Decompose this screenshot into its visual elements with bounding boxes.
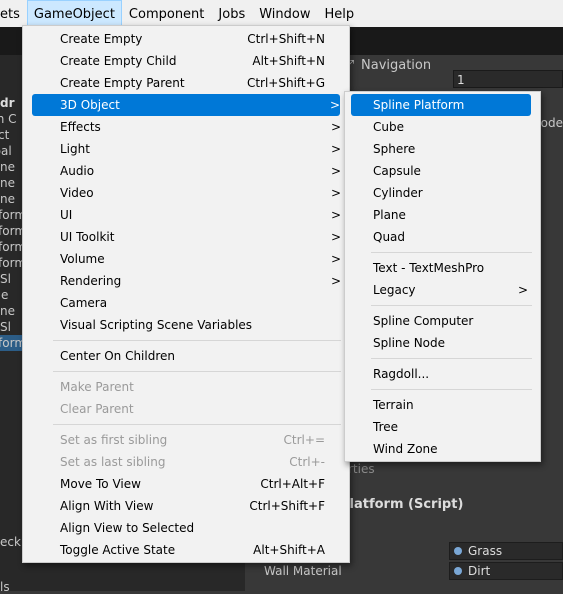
- hierarchy-row[interactable]: rect: [0, 127, 22, 143]
- chevron-right-icon: >: [330, 186, 341, 200]
- menu-separator: [371, 252, 532, 253]
- menu-help[interactable]: Help: [317, 0, 361, 27]
- chevron-right-icon: >: [330, 252, 341, 266]
- menu-item-center-on-children[interactable]: Center On Children: [23, 345, 349, 367]
- menu-item-move-to-view[interactable]: Move To View Ctrl+Alt+F: [23, 473, 349, 495]
- menu-item-audio[interactable]: Audio >: [23, 160, 349, 182]
- hierarchy-row[interactable]: atform: [0, 255, 22, 271]
- menu-item-cube[interactable]: Cube: [345, 116, 540, 138]
- menu-item-spline-platform[interactable]: Spline Platform: [351, 94, 531, 116]
- menu-separator: [371, 358, 532, 359]
- menu-item-ragdoll[interactable]: Ragdoll...: [345, 363, 540, 385]
- chevron-right-icon: >: [330, 274, 341, 288]
- menu-item-sphere[interactable]: Sphere: [345, 138, 540, 160]
- menu-separator: [53, 424, 341, 425]
- hierarchy-row[interactable]: ane: [0, 287, 22, 303]
- menubar: ets GameObject Component Jobs Window Hel…: [0, 0, 563, 27]
- menu-item-plane[interactable]: Plane: [345, 204, 540, 226]
- menu-item-visual-scripting-scene-variables[interactable]: Visual Scripting Scene Variables: [23, 314, 349, 336]
- hierarchy-row[interactable]: oline: [0, 159, 22, 175]
- wall-material-label: Wall Material: [264, 564, 342, 578]
- menu-item-tree[interactable]: Tree: [345, 416, 540, 438]
- bottom-left-label: eck: [0, 535, 21, 549]
- menu-item-light[interactable]: Light >: [23, 138, 349, 160]
- wall-material-value: Dirt: [468, 564, 491, 578]
- wall-material-field[interactable]: Dirt: [449, 562, 563, 580]
- hierarchy-panel: k_dr ain C rect obal oline oline oline a…: [0, 55, 22, 495]
- material-value: Grass: [468, 544, 503, 558]
- menu-item-rendering[interactable]: Rendering >: [23, 270, 349, 292]
- menu-item-align-view-to-selected[interactable]: Align View to Selected: [23, 517, 349, 539]
- menu-item-volume[interactable]: Volume >: [23, 248, 349, 270]
- menu-item-quad[interactable]: Quad: [345, 226, 540, 248]
- material-icon: [454, 567, 462, 575]
- menu-item-ui[interactable]: UI >: [23, 204, 349, 226]
- hierarchy-row[interactable]: atform: [0, 207, 22, 223]
- menu-item-set-first-sibling: Set as first sibling Ctrl+=: [60, 433, 325, 447]
- navigation-field[interactable]: 1: [453, 70, 563, 88]
- hierarchy-row[interactable]: atform: [0, 239, 22, 255]
- menu-item-align-with-view[interactable]: Align With View Ctrl+Shift+F: [23, 495, 349, 517]
- gameobject-menu: Create Empty Ctrl+Shift+N Create Empty Ch…: [22, 25, 350, 563]
- hierarchy-row[interactable]: allSl: [0, 271, 22, 287]
- menu-separator: [371, 389, 532, 390]
- inspector-mode-text: ode: [540, 116, 563, 130]
- chevron-right-icon: >: [330, 164, 341, 178]
- material-field[interactable]: Grass: [449, 542, 563, 560]
- menu-item-spline-node[interactable]: Spline Node: [345, 332, 540, 354]
- menu-item-create-empty-child[interactable]: Create Empty Child Alt+Shift+N: [23, 50, 349, 72]
- bottom-left-label-2: ls: [0, 580, 10, 594]
- material-icon: [454, 547, 462, 555]
- menu-component[interactable]: Component: [122, 0, 211, 27]
- chevron-right-icon: >: [330, 208, 341, 222]
- menu-item-create-empty[interactable]: Create Empty Ctrl+Shift+N: [23, 28, 349, 50]
- menu-item-video[interactable]: Video >: [23, 182, 349, 204]
- navigation-tab[interactable]: ⤢Navigation: [343, 56, 453, 76]
- menu-item-ui-toolkit[interactable]: UI Toolkit >: [23, 226, 349, 248]
- inspector-properties-text: rties: [348, 462, 375, 476]
- menu-item-cylinder[interactable]: Cylinder: [345, 182, 540, 204]
- menu-window[interactable]: Window: [252, 0, 317, 27]
- menu-separator: [53, 371, 341, 372]
- menu-assets[interactable]: ets: [0, 0, 27, 27]
- hierarchy-row[interactable]: obal: [0, 143, 22, 159]
- hierarchy-row[interactable]: allSl: [0, 319, 22, 335]
- menu-separator: [371, 305, 532, 306]
- menu-item-legacy[interactable]: Legacy >: [345, 279, 540, 301]
- menu-item-terrain[interactable]: Terrain: [345, 394, 540, 416]
- chevron-right-icon: >: [330, 142, 341, 156]
- hierarchy-row[interactable]: k_dr: [0, 95, 22, 111]
- menu-item-clear-parent: Clear Parent: [60, 402, 134, 416]
- menu-item-set-last-sibling: Set as last sibling Ctrl+-: [60, 455, 325, 469]
- chevron-right-icon: >: [517, 283, 528, 297]
- chevron-right-icon: >: [330, 230, 341, 244]
- menu-gameobject[interactable]: GameObject: [26, 0, 122, 27]
- chevron-right-icon: >: [329, 98, 340, 112]
- hierarchy-row[interactable]: oline: [0, 175, 22, 191]
- menu-item-wind-zone[interactable]: Wind Zone: [345, 438, 540, 460]
- menu-item-toggle-active-state[interactable]: Toggle Active State Alt+Shift+A: [23, 539, 349, 561]
- menu-item-capsule[interactable]: Capsule: [345, 160, 540, 182]
- script-component-header[interactable]: Platform (Script): [340, 497, 463, 512]
- menu-item-create-empty-parent[interactable]: Create Empty Parent Ctrl+Shift+G: [23, 72, 349, 94]
- chevron-right-icon: >: [330, 120, 341, 134]
- hierarchy-row[interactable]: ain C: [0, 111, 22, 127]
- hierarchy-row[interactable]: atform: [0, 223, 22, 239]
- 3d-object-submenu: Spline Platform Cube Sphere Capsule Cyli…: [344, 91, 541, 462]
- menu-item-spline-computer[interactable]: Spline Computer: [345, 310, 540, 332]
- hierarchy-row[interactable]: oline: [0, 303, 22, 319]
- hierarchy-row[interactable]: oline: [0, 191, 22, 207]
- menu-item-camera[interactable]: Camera: [23, 292, 349, 314]
- menu-item-text-textmeshpro[interactable]: Text - TextMeshPro: [345, 257, 540, 279]
- menu-item-effects[interactable]: Effects >: [23, 116, 349, 138]
- navigation-tab-label: Navigation: [361, 58, 432, 73]
- menu-item-make-parent: Make Parent: [60, 380, 134, 394]
- menu-item-3d-object[interactable]: 3D Object >: [32, 94, 340, 116]
- menu-separator: [53, 340, 341, 341]
- menu-jobs[interactable]: Jobs: [211, 0, 252, 27]
- hierarchy-row-selected[interactable]: atform: [0, 335, 22, 351]
